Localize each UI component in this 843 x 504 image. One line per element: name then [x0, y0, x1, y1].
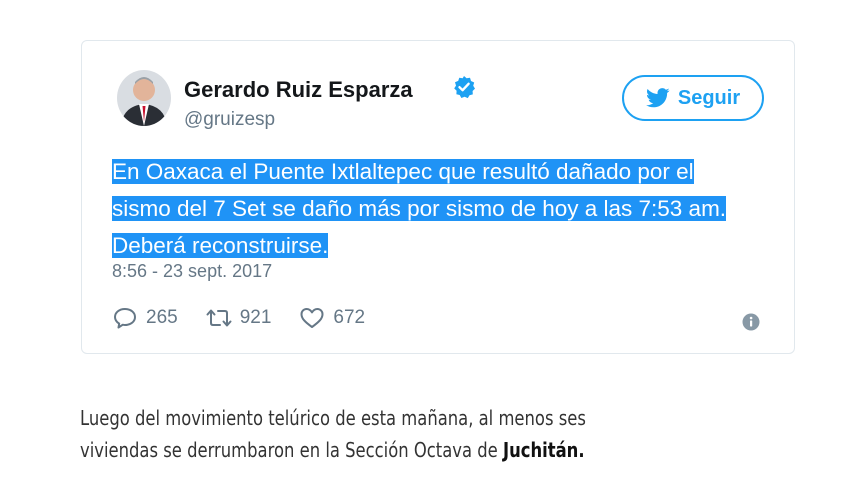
like-count: 672 [333, 307, 366, 328]
heart-icon [300, 308, 324, 328]
retweet-icon [206, 309, 232, 327]
tweet-text: En Oaxaca el Puente Ixtlaltepec que resu… [112, 153, 752, 264]
follow-label: Seguir [677, 86, 741, 109]
verified-badge-icon [454, 76, 475, 99]
info-icon[interactable] [742, 313, 760, 331]
follow-button[interactable]: Seguir [622, 75, 764, 121]
retweet-button[interactable]: 921 [206, 306, 272, 330]
reply-button[interactable]: 265 [112, 306, 178, 330]
article-caption: Luego del movimiento telúrico de esta ma… [80, 402, 638, 466]
tweet-actions: 265 921 672 [112, 306, 393, 330]
caption-place[interactable]: Juchitán. [503, 438, 585, 462]
tweet-card: Gerardo Ruiz Esparza @gruizesp Seguir En… [81, 40, 795, 354]
retweet-count: 921 [239, 307, 272, 328]
tweet-text-highlighted: En Oaxaca el Puente Ixtlaltepec que resu… [112, 159, 727, 258]
avatar[interactable] [117, 70, 171, 126]
twitter-bird-icon [645, 88, 670, 108]
author-handle[interactable]: @gruizesp [184, 109, 275, 131]
author-name[interactable]: Gerardo Ruiz Esparza [184, 77, 413, 103]
like-button[interactable]: 672 [299, 306, 365, 330]
reply-count: 265 [146, 307, 178, 328]
tweet-timestamp[interactable]: 8:56 - 23 sept. 2017 [112, 261, 272, 282]
reply-icon [114, 308, 136, 329]
